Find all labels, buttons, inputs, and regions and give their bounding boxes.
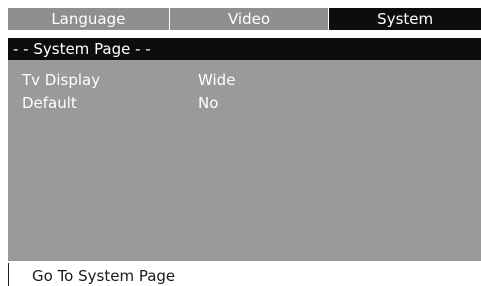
menu-tab-bar: Language Video System: [8, 8, 481, 30]
panel-title: - - System Page - -: [8, 38, 481, 60]
tab-language[interactable]: Language: [8, 8, 169, 30]
setting-value-tv-display: Wide: [198, 71, 236, 89]
setting-row-tv-display[interactable]: Tv Display Wide: [8, 70, 481, 90]
setting-row-default[interactable]: Default No: [8, 93, 481, 113]
setting-label-default: Default: [22, 94, 77, 112]
tab-video[interactable]: Video: [169, 8, 329, 30]
status-bar: Go To System Page: [8, 263, 481, 286]
status-text: Go To System Page: [32, 267, 176, 285]
tab-system[interactable]: System: [329, 8, 481, 30]
setting-value-default: No: [198, 94, 219, 112]
settings-panel: - - System Page - - Tv Display Wide Defa…: [8, 38, 481, 261]
setting-label-tv-display: Tv Display: [22, 71, 101, 89]
